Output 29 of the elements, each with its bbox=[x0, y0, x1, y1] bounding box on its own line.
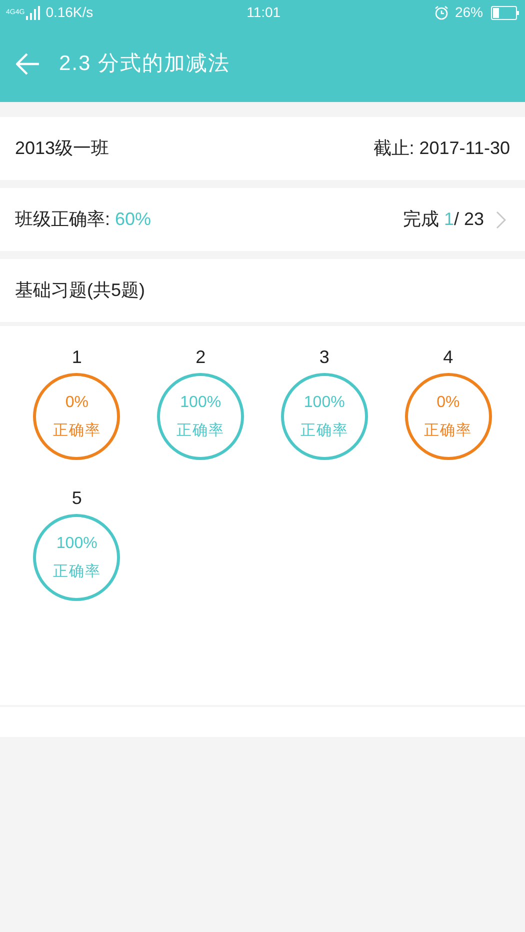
question-number: 1 bbox=[72, 346, 82, 369]
network-speed: 0.16K/s bbox=[46, 3, 94, 22]
accuracy-caption: 正确率 bbox=[300, 420, 348, 440]
accuracy-rate: 0% bbox=[65, 392, 88, 412]
battery-icon bbox=[491, 6, 520, 20]
question-number: 2 bbox=[196, 346, 206, 369]
class-accuracy-text: 班级正确率: 60% bbox=[15, 208, 152, 231]
battery-percent: 26% bbox=[454, 3, 484, 22]
section-title: 基础习题(共5题) bbox=[15, 279, 145, 302]
completion-text[interactable]: 完成 1/ 23 bbox=[402, 206, 484, 233]
signal-icon bbox=[26, 6, 40, 20]
accuracy-caption: 正确率 bbox=[424, 420, 472, 440]
accuracy-rate: 100% bbox=[56, 534, 98, 554]
accuracy-rate: 0% bbox=[436, 392, 460, 412]
deadline-text: 截止: 2017-11-30 bbox=[373, 137, 510, 160]
question-number: 3 bbox=[319, 346, 330, 369]
clock-time: 11:01 bbox=[246, 3, 281, 22]
alarm-icon bbox=[434, 5, 449, 20]
accuracy-rate: 100% bbox=[180, 392, 222, 412]
question-number: 5 bbox=[72, 487, 82, 510]
accuracy-caption: 正确率 bbox=[52, 420, 101, 440]
back-arrow-icon bbox=[16, 52, 40, 74]
chevron-right-icon[interactable] bbox=[496, 210, 506, 228]
accuracy-rate: 100% bbox=[304, 392, 345, 412]
question-number: 4 bbox=[443, 346, 454, 369]
class-name: 2013级一班 bbox=[15, 137, 110, 160]
page-title: 2.3 分式的加减法 bbox=[59, 50, 230, 77]
accuracy-caption: 正确率 bbox=[52, 562, 101, 582]
accuracy-caption: 正确率 bbox=[176, 420, 225, 440]
